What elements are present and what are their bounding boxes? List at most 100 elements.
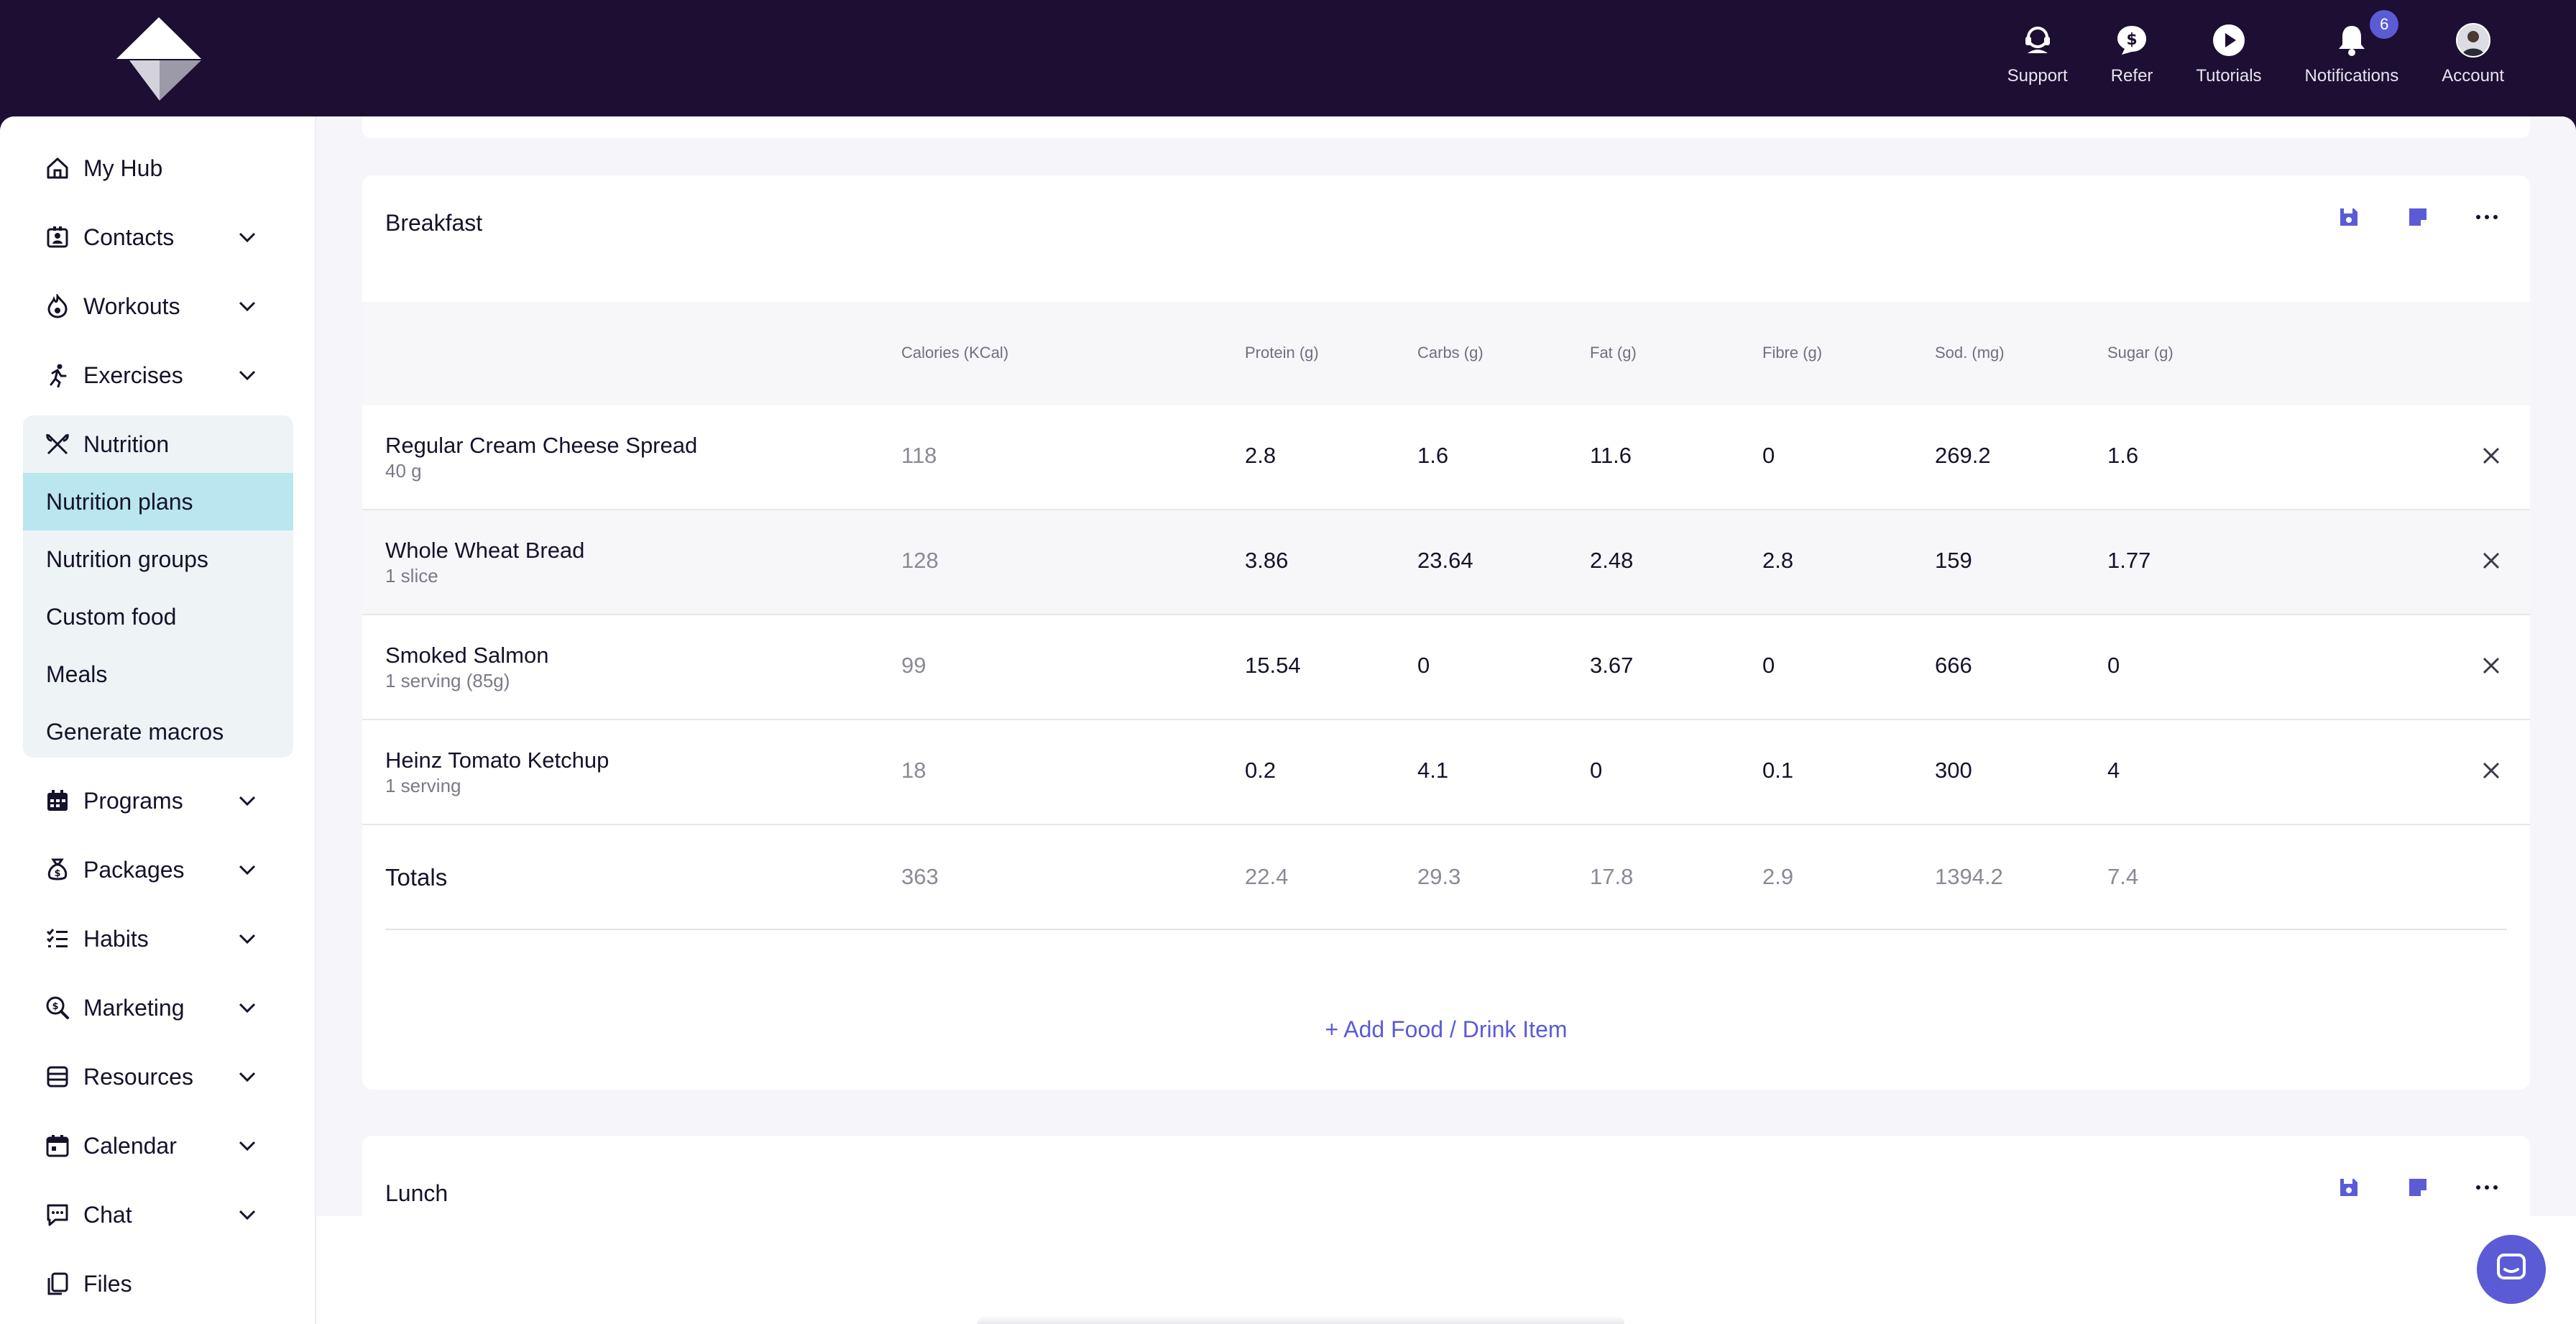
- total-fibre: 2.9: [1762, 864, 1794, 889]
- col-carbs: Carbs (g): [1417, 344, 1484, 362]
- total-fat: 17.8: [1590, 864, 1634, 889]
- table-row[interactable]: Smoked Salmon 1 serving (85g) 99 15.54 0…: [362, 615, 2530, 720]
- sidebar-subitem-generate-macros[interactable]: Generate macros: [23, 703, 293, 760]
- food-serving: 1 slice: [385, 565, 438, 587]
- sidebar-item-label: Workouts: [83, 293, 180, 319]
- totals-label: Totals: [385, 864, 448, 891]
- account-label: Account: [2442, 66, 2504, 86]
- sidebar-item-nutrition[interactable]: Nutrition: [23, 415, 293, 473]
- chevron-down-icon[interactable]: [236, 295, 259, 318]
- main-content: Breakfast Calories (KCal) Protein (g) Ca…: [316, 116, 2576, 1324]
- sidebar-item-resources[interactable]: Resources: [23, 1048, 293, 1105]
- sidebar-item-my-hub[interactable]: My Hub: [23, 139, 293, 197]
- tutorials-label: Tutorials: [2196, 66, 2262, 86]
- cell-sodium: 666: [1935, 653, 1972, 678]
- chevron-down-icon[interactable]: [236, 1203, 259, 1226]
- sidebar-item-exercises[interactable]: Exercises: [23, 346, 293, 404]
- table-row[interactable]: Regular Cream Cheese Spread 40 g 118 2.8…: [362, 405, 2530, 510]
- checklist-icon: [43, 924, 72, 953]
- notification-badge: 6: [2370, 10, 2399, 39]
- close-icon[interactable]: [2478, 443, 2504, 469]
- sidebar-item-programs[interactable]: Programs: [23, 772, 293, 829]
- support-button[interactable]: Support: [2007, 22, 2068, 86]
- cell-sodium: 269.2: [1935, 443, 1991, 468]
- food-serving: 1 serving: [385, 775, 461, 796]
- cell-sodium: 300: [1935, 758, 1972, 783]
- cell-fibre: 0: [1762, 653, 1775, 678]
- table-row[interactable]: Heinz Tomato Ketchup 1 serving 18 0.2 4.…: [362, 720, 2530, 825]
- chevron-down-icon[interactable]: [236, 927, 259, 950]
- chevron-down-icon[interactable]: [236, 858, 259, 881]
- cell-carbs: 0: [1417, 653, 1430, 678]
- sidebar-item-label: Exercises: [83, 362, 183, 388]
- sidebar-item-calendar[interactable]: Calendar: [23, 1117, 293, 1174]
- workouts-icon: [43, 292, 72, 321]
- chevron-down-icon[interactable]: [236, 1134, 259, 1157]
- brand-logo[interactable]: [115, 16, 203, 104]
- chevron-down-icon[interactable]: [236, 364, 259, 387]
- calendar-grid-icon: [43, 786, 72, 815]
- more-options-icon[interactable]: [2472, 1173, 2501, 1202]
- sidebar-item-files[interactable]: Files: [23, 1255, 293, 1312]
- sidebar-item-chat[interactable]: Chat: [23, 1186, 293, 1243]
- sidebar-item-label: Marketing: [83, 994, 185, 1021]
- food-name: Whole Wheat Bread: [385, 538, 585, 563]
- close-icon[interactable]: [2478, 548, 2504, 574]
- sidebar-item-label: Contacts: [83, 224, 175, 250]
- sidebar-subitem-custom-food[interactable]: Custom food: [23, 588, 293, 645]
- notifications-button[interactable]: 6 Notifications: [2305, 10, 2399, 86]
- total-sodium: 1394.2: [1935, 864, 2003, 889]
- cell-sugar: 4: [2107, 758, 2120, 783]
- sidebar-subitem-nutrition-groups[interactable]: Nutrition groups: [23, 530, 293, 588]
- chevron-down-icon[interactable]: [236, 996, 259, 1019]
- save-icon[interactable]: [2334, 1173, 2363, 1202]
- table-row[interactable]: Whole Wheat Bread 1 slice 128 3.86 23.64…: [362, 510, 2530, 615]
- total-sugar: 7.4: [2107, 864, 2139, 889]
- sidebar-item-label: Chat: [83, 1201, 132, 1228]
- sidebar-item-habits[interactable]: Habits: [23, 910, 293, 967]
- cell-calories: 99: [901, 653, 926, 678]
- table-header: Calories (KCal) Protein (g) Carbs (g) Fa…: [362, 302, 2530, 405]
- account-avatar: [2455, 22, 2492, 59]
- note-icon[interactable]: [2404, 1173, 2432, 1202]
- contacts-icon: [43, 223, 72, 252]
- account-button[interactable]: Account: [2442, 22, 2504, 86]
- sidebar-item-label: Files: [83, 1270, 132, 1297]
- cell-protein: 2.8: [1245, 443, 1276, 468]
- files-icon: [43, 1269, 72, 1298]
- cell-sugar: 1.77: [2107, 548, 2151, 573]
- sidebar-item-contacts[interactable]: Contacts: [23, 208, 293, 266]
- cell-protein: 0.2: [1245, 758, 1276, 783]
- sidebar-item-packages[interactable]: $ Packages: [23, 841, 293, 898]
- cell-carbs: 4.1: [1417, 758, 1449, 783]
- sidebar-subitem-meals[interactable]: Meals: [23, 645, 293, 703]
- close-icon[interactable]: [2478, 653, 2504, 679]
- total-calories: 363: [901, 864, 939, 889]
- sidebar-item-workouts[interactable]: Workouts: [23, 277, 293, 335]
- chevron-down-icon[interactable]: [236, 1065, 259, 1088]
- bell-icon: [2333, 22, 2370, 59]
- bottom-drawer-edge: [978, 1315, 1624, 1324]
- sidebar-item-label: Packages: [83, 856, 185, 883]
- sidebar-item-label: Programs: [83, 787, 183, 814]
- sidebar: My Hub Contacts Workouts Exercises Nutri…: [0, 116, 316, 1324]
- meal-tools: [2294, 203, 2501, 231]
- save-icon[interactable]: [2334, 203, 2363, 231]
- tutorials-button[interactable]: Tutorials: [2196, 22, 2262, 86]
- chat-support-button[interactable]: [2477, 1235, 2546, 1304]
- cell-fat: 0: [1590, 758, 1603, 783]
- refer-label: Refer: [2110, 66, 2153, 86]
- sidebar-subitem-nutrition-plans[interactable]: Nutrition plans: [23, 473, 293, 530]
- sidebar-item-marketing[interactable]: $ Marketing: [23, 979, 293, 1036]
- refer-button[interactable]: $ Refer: [2111, 22, 2153, 86]
- add-food-drink-button[interactable]: + Add Food / Drink Item: [362, 1016, 2530, 1043]
- chevron-down-icon[interactable]: [236, 789, 259, 812]
- cell-sugar: 0: [2107, 653, 2120, 678]
- note-icon[interactable]: [2404, 203, 2432, 231]
- close-icon[interactable]: [2478, 758, 2504, 783]
- cell-sugar: 1.6: [2107, 443, 2139, 468]
- more-options-icon[interactable]: [2472, 203, 2501, 231]
- utensils-icon: [43, 430, 72, 459]
- chevron-down-icon[interactable]: [236, 226, 259, 249]
- play-icon: [2210, 22, 2248, 59]
